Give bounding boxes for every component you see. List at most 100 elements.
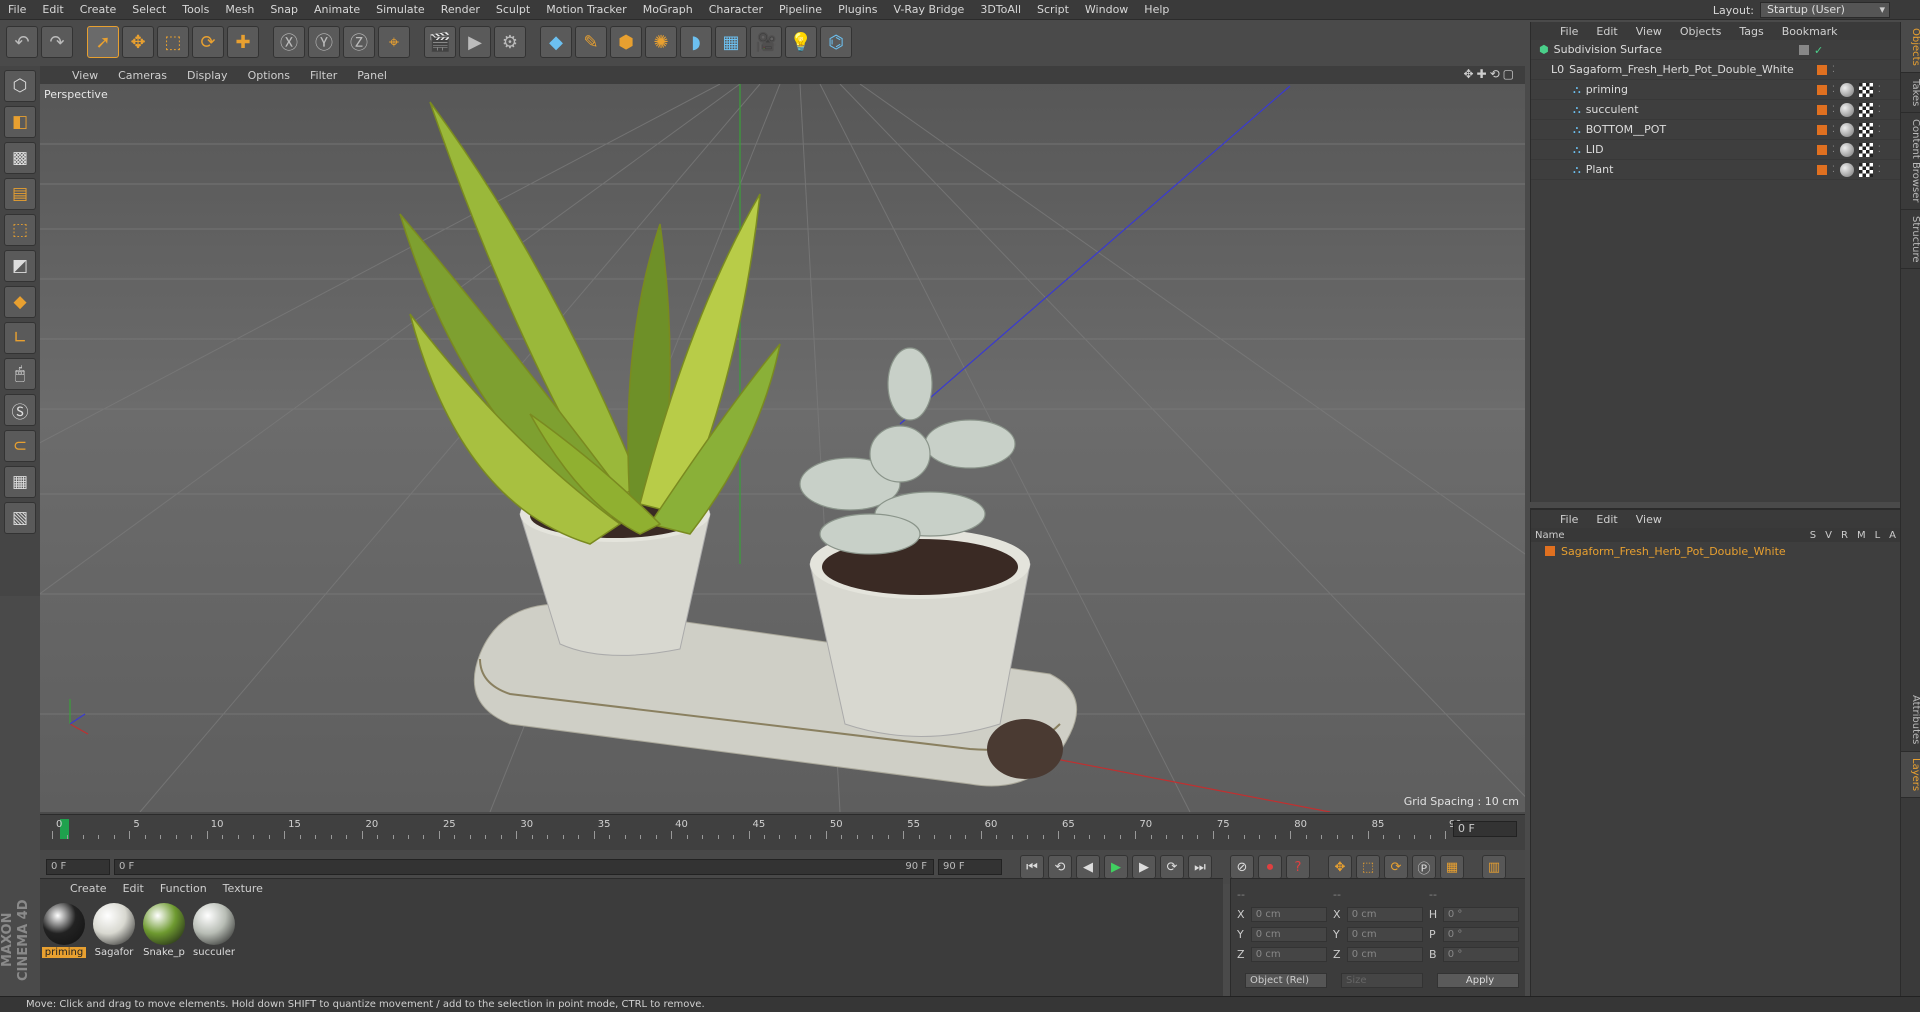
menu-item-tools[interactable]: Tools	[174, 3, 217, 16]
pen-spline-icon[interactable]: ✎	[575, 26, 607, 58]
material-menu-edit[interactable]: Edit	[115, 882, 152, 895]
coord-size-select[interactable]: Size	[1341, 972, 1423, 988]
apply-button[interactable]: Apply	[1437, 972, 1519, 988]
menu-item-select[interactable]: Select	[124, 3, 174, 16]
layer-color-swatch[interactable]	[1799, 45, 1809, 55]
start-frame-field[interactable]: 0 F	[46, 859, 110, 875]
y-axis-lock-icon[interactable]: Ⓨ	[308, 26, 340, 58]
layer-menu-edit[interactable]: Edit	[1587, 513, 1626, 526]
material-tag-icon[interactable]	[1839, 103, 1854, 117]
object-menu-bookmark[interactable]: Bookmark	[1773, 25, 1847, 38]
visibility-dots-icon[interactable]: ⁚	[1832, 85, 1835, 95]
snap-icon[interactable]: Ⓢ	[4, 394, 36, 426]
coord-value-field[interactable]: 0 cm	[1346, 946, 1423, 962]
redo-icon[interactable]: ↷	[41, 26, 73, 58]
visibility-dots-icon[interactable]: ⁚	[1832, 125, 1835, 135]
menu-item-window[interactable]: Window	[1077, 3, 1136, 16]
planar-workplane-icon[interactable]: ▧	[4, 502, 36, 534]
keyframe-selection-icon[interactable]: ⊘	[1230, 855, 1254, 879]
layer-col-v[interactable]: V	[1825, 530, 1832, 541]
menu-item-file[interactable]: File	[0, 3, 34, 16]
key-position-icon[interactable]: ✥	[1328, 855, 1352, 879]
object-row-succulent[interactable]: ⛬ succulent ⁚ ⁚	[1531, 100, 1900, 120]
floor-icon[interactable]: ▦	[715, 26, 747, 58]
transform-tool-icon[interactable]: ✚	[227, 26, 259, 58]
render-picture-viewer-icon[interactable]: ▶	[459, 26, 491, 58]
layer-col-s[interactable]: S	[1810, 530, 1816, 541]
subdivision-generator-icon[interactable]: ⬢	[610, 26, 642, 58]
visibility-dots-icon[interactable]: ⁚	[1832, 165, 1835, 175]
coord-mode-select[interactable]: Object (Rel)	[1245, 972, 1327, 988]
material-swatch[interactable]: Snake_p	[142, 903, 186, 958]
viewport-menu-view[interactable]: View	[62, 69, 108, 82]
record-active-objects-icon[interactable]: ⏺	[1258, 855, 1282, 879]
layer-col-l[interactable]: L	[1875, 530, 1881, 541]
object-row-lid[interactable]: ⛬ LID ⁚ ⁚	[1531, 140, 1900, 160]
render-settings-icon[interactable]: ⚙	[494, 26, 526, 58]
menu-item-v-ray-bridge[interactable]: V-Ray Bridge	[885, 3, 972, 16]
coord-value-field[interactable]: 0 °	[1442, 946, 1519, 962]
object-menu-objects[interactable]: Objects	[1671, 25, 1731, 38]
layer-color-swatch[interactable]	[1817, 65, 1827, 75]
layer-col-m[interactable]: M	[1857, 530, 1866, 541]
lock-workplane-icon[interactable]: ▦	[4, 466, 36, 498]
menu-item-motion-tracker[interactable]: Motion Tracker	[538, 3, 634, 16]
viewport-menu-filter[interactable]: Filter	[300, 69, 347, 82]
texture-tag-icon[interactable]	[1858, 163, 1873, 177]
menu-item-pipeline[interactable]: Pipeline	[771, 3, 830, 16]
menu-item-create[interactable]: Create	[72, 3, 125, 16]
texture-tag-icon[interactable]	[1858, 83, 1873, 97]
dock-tab-content-browser[interactable]: Content Browser	[1901, 113, 1920, 210]
layer-color-swatch[interactable]	[1545, 546, 1555, 556]
workplane-icon[interactable]: ▤	[4, 178, 36, 210]
tag-dots-icon[interactable]: ⁚	[1878, 105, 1881, 115]
material-swatch[interactable]: Sagafor	[92, 903, 136, 958]
undo-icon[interactable]: ↶	[6, 26, 38, 58]
viewport-menu-options[interactable]: Options	[238, 69, 300, 82]
coord-value-field[interactable]: 0 cm	[1250, 946, 1327, 962]
object-menu-view[interactable]: View	[1627, 25, 1671, 38]
rotate-tool-icon[interactable]: ⟳	[192, 26, 224, 58]
camera-icon[interactable]: 🎥	[750, 26, 782, 58]
axis-mode-icon[interactable]: ∟	[4, 322, 36, 354]
visibility-dots-icon[interactable]: ⁚	[1832, 145, 1835, 155]
key-parameter-icon[interactable]: Ⓟ	[1412, 855, 1436, 879]
timeline-ruler[interactable]: 051015202530354045505560657075808590 0 F	[40, 814, 1525, 854]
go-to-next-key-icon[interactable]: ⟳	[1160, 855, 1184, 879]
layer-col-r[interactable]: R	[1841, 530, 1848, 541]
go-to-end-icon[interactable]: ⏭	[1188, 855, 1212, 879]
move-tool-icon[interactable]: ✥	[122, 26, 154, 58]
end-frame-field[interactable]: 90 F	[938, 859, 1002, 875]
menu-item-simulate[interactable]: Simulate	[368, 3, 433, 16]
key-pla-icon[interactable]: ▦	[1440, 855, 1464, 879]
menu-item-3dtoall[interactable]: 3DToAll	[972, 3, 1029, 16]
menu-item-character[interactable]: Character	[701, 3, 771, 16]
magnet-icon[interactable]: ⊂	[4, 430, 36, 462]
next-frame-icon[interactable]: ▶	[1132, 855, 1156, 879]
layout-select[interactable]: Startup (User)	[1760, 2, 1890, 18]
layer-menu-view[interactable]: View	[1627, 513, 1671, 526]
coord-value-field[interactable]: 0 °	[1442, 906, 1520, 922]
enabled-check-icon[interactable]: ✓	[1814, 44, 1823, 57]
render-view-icon[interactable]: 🎬	[424, 26, 456, 58]
layer-color-swatch[interactable]	[1817, 145, 1827, 155]
object-row-priming[interactable]: ⛬ priming ⁚ ⁚	[1531, 80, 1900, 100]
layer-color-swatch[interactable]	[1817, 125, 1827, 135]
scale-tool-icon[interactable]: ⬚	[157, 26, 189, 58]
frame-ruler[interactable]: 051015202530354045505560657075808590	[50, 815, 1462, 839]
cloner-icon[interactable]: ✺	[645, 26, 677, 58]
layer-menu-file[interactable]: File	[1551, 513, 1587, 526]
object-menu-tags[interactable]: Tags	[1730, 25, 1772, 38]
layer-col-a[interactable]: A	[1889, 530, 1896, 541]
coord-value-field[interactable]: 0 °	[1442, 926, 1519, 942]
menu-item-render[interactable]: Render	[433, 3, 488, 16]
coord-value-field[interactable]: 0 cm	[1346, 926, 1423, 942]
python-icon[interactable]: ⌬	[820, 26, 852, 58]
menu-item-script[interactable]: Script	[1029, 3, 1077, 16]
layer-color-swatch[interactable]	[1817, 165, 1827, 175]
viewport-menu-cameras[interactable]: Cameras	[108, 69, 177, 82]
key-scale-icon[interactable]: ⬚	[1356, 855, 1380, 879]
material-tag-icon[interactable]	[1839, 163, 1854, 177]
previous-frame-icon[interactable]: ◀	[1076, 855, 1100, 879]
tag-dots-icon[interactable]: ⁚	[1878, 165, 1881, 175]
